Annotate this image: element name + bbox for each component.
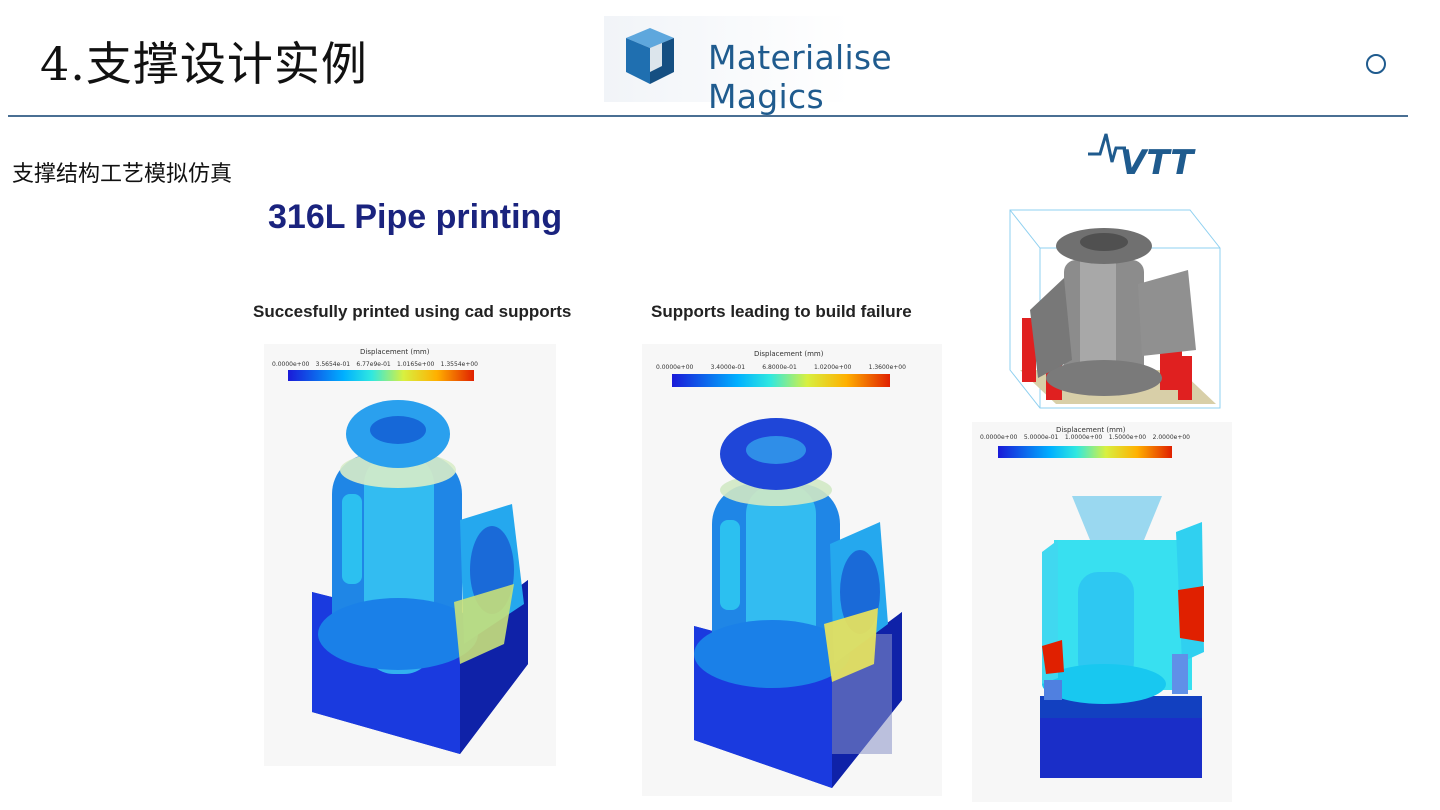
vtt-logo: VTT [1088,133,1196,178]
pipe-model-failure [694,418,902,788]
simulation-image-success: Displacement (mm) 0.0000e+00 3.5654e-01 … [264,344,556,766]
simulation-image-failure: Displacement (mm) 0.0000e+00 3.4000e-01 … [642,344,942,796]
slide-title: 4.支撑设计实例 [40,37,368,91]
vtt-logo-text: VTT [1120,143,1196,178]
caption-success: Succesfully printed using cad supports [253,302,572,321]
slide-subtitle: 支撑结构工艺模拟仿真 [12,162,233,187]
header-divider [8,115,1408,117]
simulation-image-section: Displacement (mm) 0.0000e+00 5.0000e-01 … [972,422,1232,802]
logo-text: Materialise Magics [708,38,893,116]
pipe-cad-model [1009,209,1221,409]
materialise-magics-logo: Materialise Magics [604,16,1014,116]
pipe-model-success [312,400,528,754]
pipe-section-model [1040,496,1204,778]
cube-logo-icon [626,28,674,84]
figure-title: 316L Pipe printing [268,198,563,236]
cad-model-image [1000,200,1232,412]
caption-failure: Supports leading to build failure [651,302,912,321]
circle-icon [1366,54,1386,74]
